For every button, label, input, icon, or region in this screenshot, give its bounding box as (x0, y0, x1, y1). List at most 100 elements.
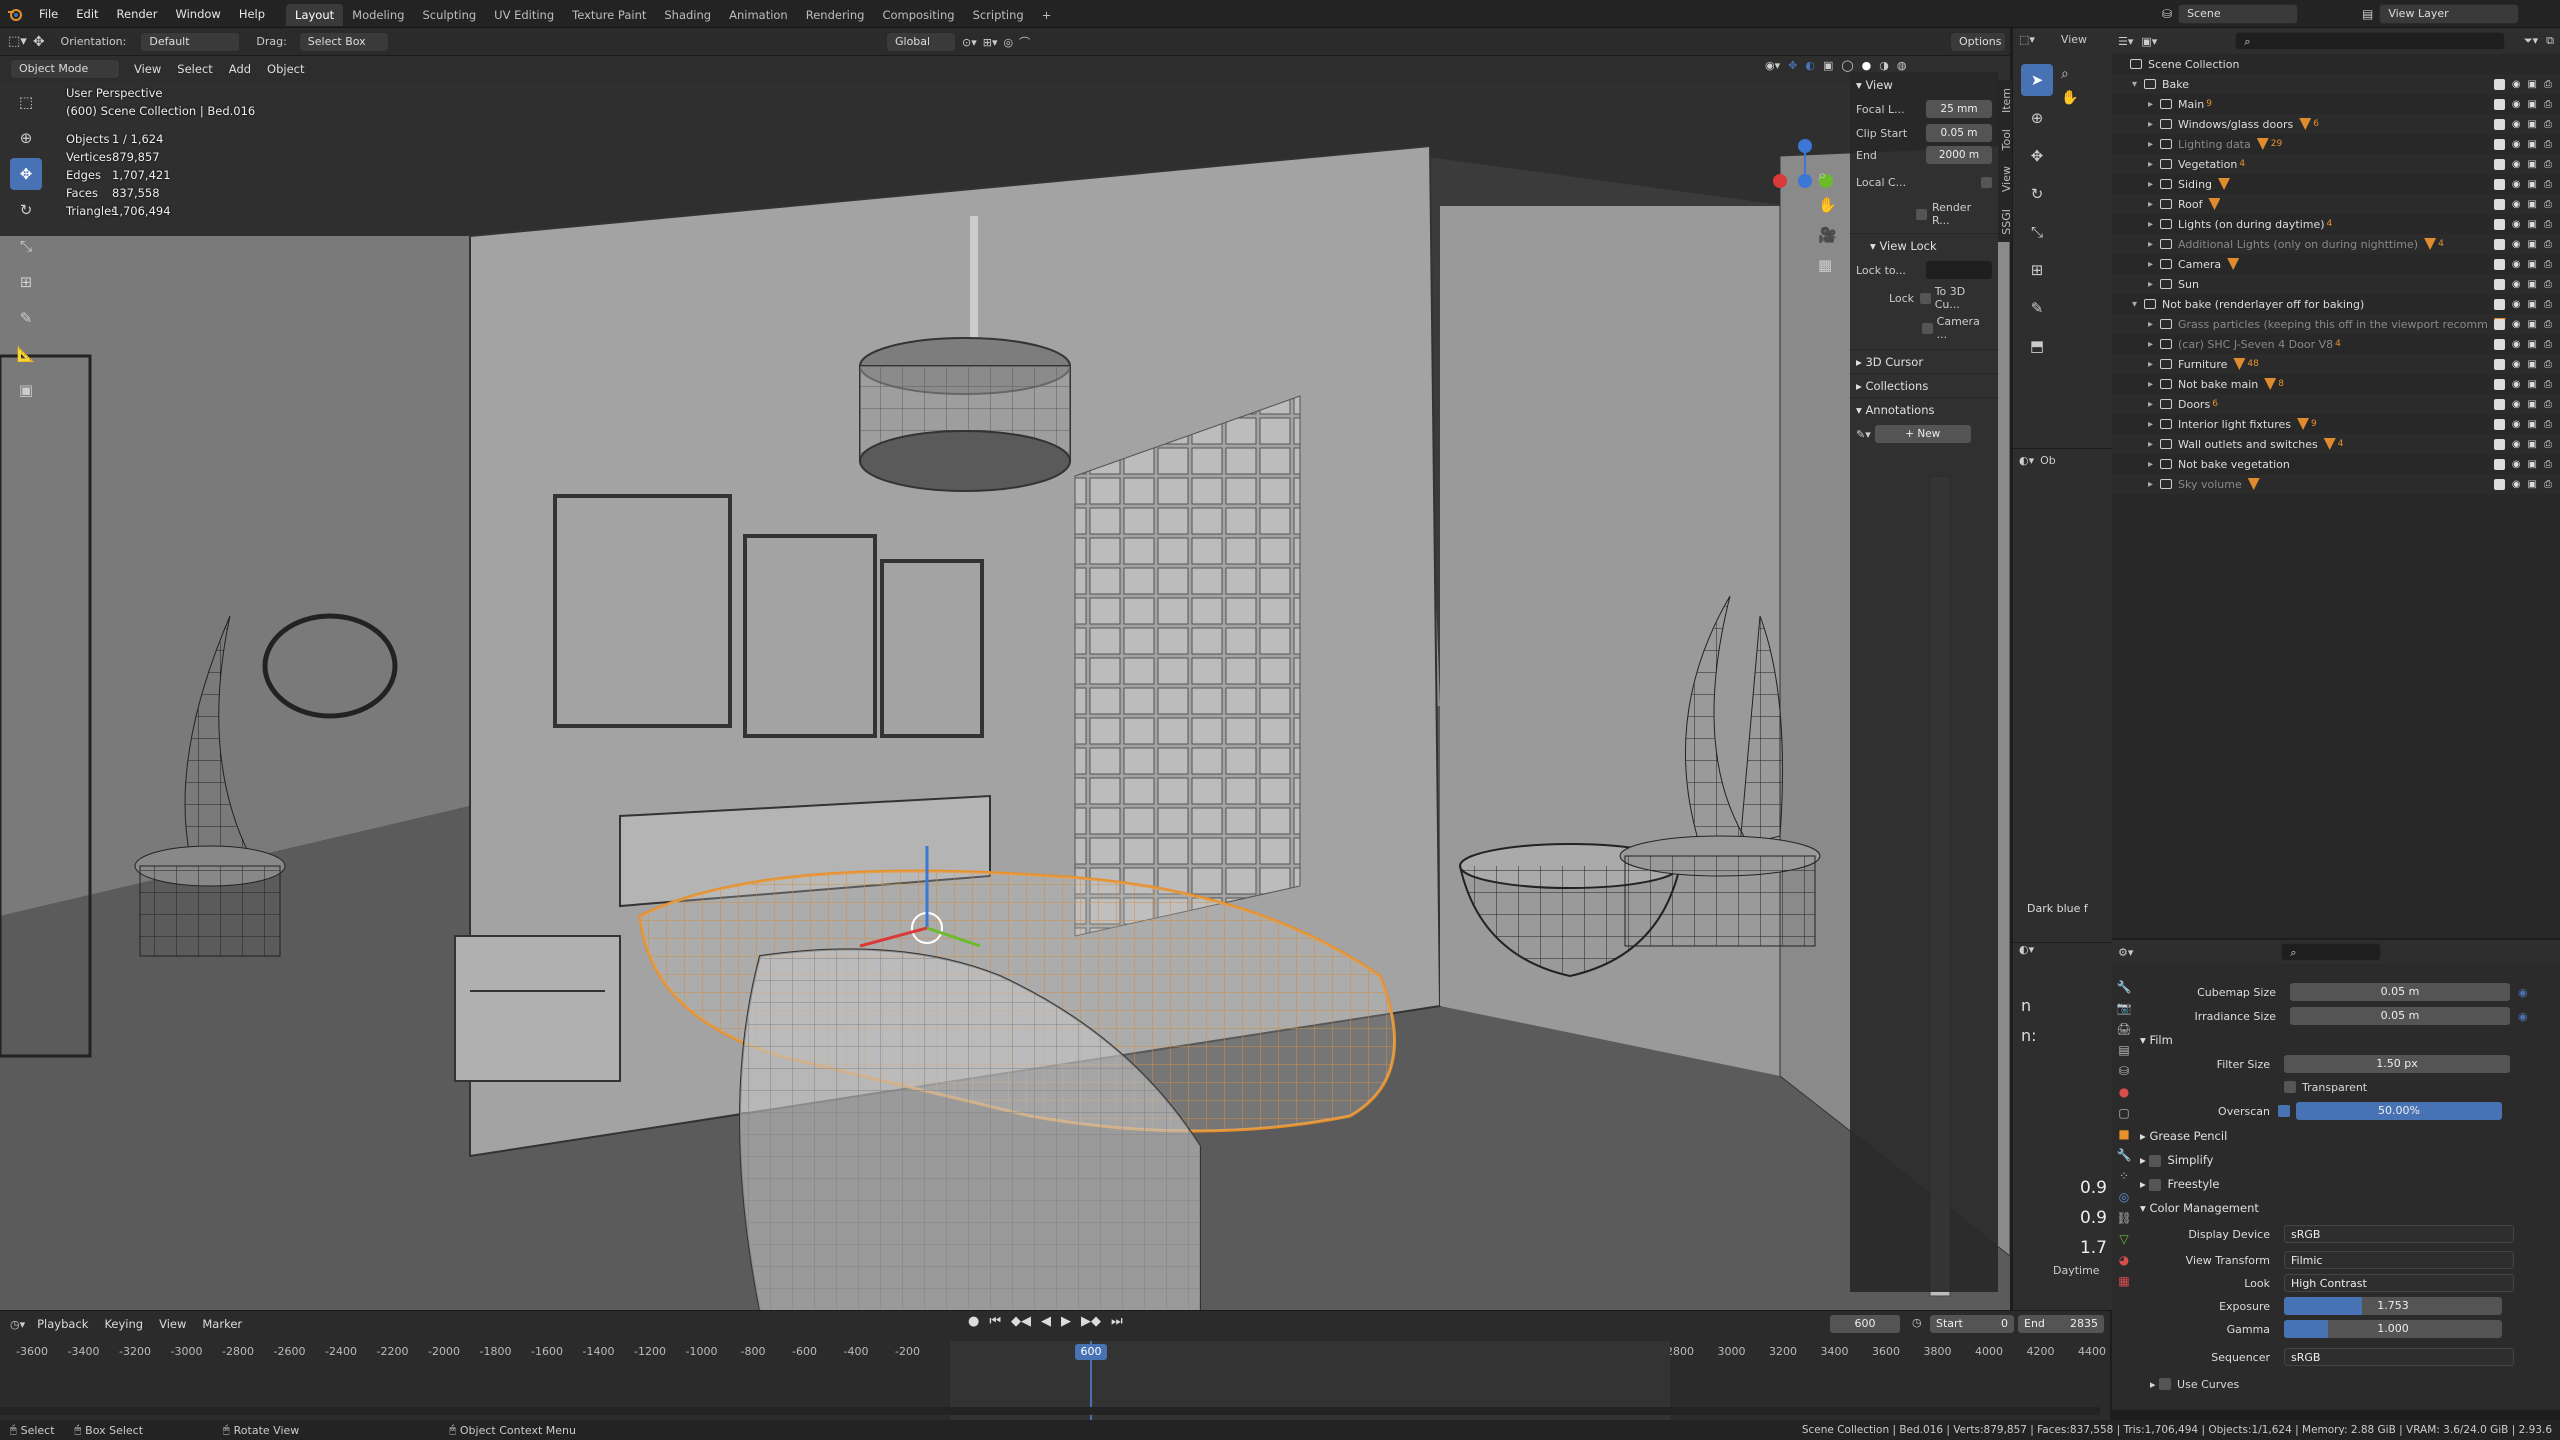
view-layer-field[interactable]: View Layer (2379, 4, 2520, 24)
render-region-checkbox[interactable] (1916, 208, 1927, 220)
expand-arrow-icon[interactable]: ▸ (2148, 259, 2160, 270)
expand-arrow-icon[interactable]: ▸ (2148, 179, 2160, 190)
render-tab-icon[interactable]: 📷 (2117, 1001, 2132, 1015)
cursor-tool-icon-2[interactable]: ⊕ (2021, 102, 2053, 134)
scene-tab-icon[interactable]: ⛁ (2119, 1064, 2129, 1078)
zoom-icon[interactable]: ⌕ (1818, 166, 1837, 184)
annotation-new-button[interactable]: + New (1874, 425, 1971, 443)
object-tab-icon[interactable]: ■ (2118, 1127, 2129, 1141)
camera-restrict-icon[interactable]: ▣ (2528, 299, 2537, 310)
local-camera-checkbox[interactable] (1981, 177, 1992, 188)
eye-icon[interactable]: ◉ (2512, 239, 2521, 250)
camera-restrict-icon[interactable]: ▣ (2528, 419, 2537, 430)
camera-restrict-icon[interactable]: ▣ (2528, 79, 2537, 90)
data-tab-icon[interactable]: ▽ (2119, 1232, 2128, 1246)
exclude-checkbox[interactable] (2493, 98, 2505, 110)
move-tool-icon-2[interactable]: ✥ (2021, 140, 2053, 172)
viewport-menu-select[interactable]: Select (169, 62, 220, 76)
outliner-row[interactable]: ▾ Not bake (renderlayer off for baking) ◉ ▣… (2112, 294, 2560, 314)
3d-viewport[interactable]: ⬚ ⊕ ✥ ↻ ⤡ ⊞ ✎ 📐 ▣ User Perspective (600)… (0, 56, 2010, 1311)
tab-scripting[interactable]: Scripting (964, 4, 1033, 26)
eye-icon[interactable]: ◉ (2512, 99, 2521, 110)
render-restrict-icon[interactable]: ⎙ (2544, 219, 2552, 230)
render-restrict-icon[interactable]: ⎙ (2544, 319, 2552, 330)
add-workspace-button[interactable]: + (1033, 4, 1061, 26)
expand-arrow-icon[interactable]: ▸ (2148, 359, 2160, 370)
simplify-checkbox[interactable] (2149, 1154, 2162, 1167)
exclude-checkbox[interactable] (2493, 458, 2505, 470)
transform-orientation-dropdown[interactable]: Global (886, 32, 956, 52)
sidebar-tab-item[interactable]: Item (1998, 80, 2013, 121)
scene-selector[interactable]: ⛁ Scene (2162, 4, 2299, 24)
expand-arrow-icon[interactable]: ▸ (2148, 319, 2160, 330)
camera-restrict-icon[interactable]: ▣ (2528, 319, 2537, 330)
overscan-field[interactable]: 50.00% (2296, 1102, 2502, 1120)
camera-restrict-icon[interactable]: ▣ (2528, 179, 2537, 190)
tab-shading[interactable]: Shading (655, 4, 720, 26)
output-tab-icon[interactable]: 🖨 (2116, 1022, 2131, 1036)
add-cube-tool-icon[interactable]: ▣ (10, 374, 42, 406)
eye-icon[interactable]: ◉ (2512, 419, 2521, 430)
expand-arrow-icon[interactable]: ▸ (2148, 219, 2160, 230)
exclude-checkbox[interactable] (2493, 238, 2505, 250)
select-tool-icon-2[interactable]: ➤ (2021, 64, 2053, 96)
exclude-checkbox[interactable] (2493, 278, 2505, 290)
eye-icon[interactable]: ◉ (2512, 279, 2521, 290)
render-restrict-icon[interactable]: ⎙ (2544, 379, 2552, 390)
exclude-checkbox[interactable] (2493, 118, 2505, 130)
falloff-icon[interactable]: ⌒ (1019, 34, 1030, 50)
world-tab-icon[interactable]: ● (2119, 1085, 2129, 1099)
tab-uv-editing[interactable]: UV Editing (485, 4, 563, 26)
gizmo-icon[interactable]: ✥ (1788, 59, 1797, 72)
exclude-checkbox[interactable] (2493, 78, 2505, 90)
menu-help[interactable]: Help (230, 0, 274, 28)
scale-tool-icon-2[interactable]: ⤡ (2021, 216, 2053, 248)
lock-camera-checkbox[interactable] (1922, 322, 1933, 334)
editor-type-icon[interactable]: ⬚▾ (8, 34, 27, 49)
expand-arrow-icon[interactable]: ▸ (2148, 199, 2160, 210)
modifier-tab-icon[interactable]: 🔧 (2117, 1148, 2132, 1162)
exclude-checkbox[interactable] (2493, 158, 2505, 170)
eye-icon[interactable]: ◉ (2512, 139, 2521, 150)
filter-icon[interactable]: ⏷▾ (2524, 34, 2538, 48)
exposure-slider[interactable]: 1.753 (2284, 1297, 2502, 1315)
outliner-row[interactable]: ▸ Doors 6 ◉ ▣ ⎙ (2112, 394, 2560, 414)
outliner-row[interactable]: ▸ Vegetation 4 ◉ ▣ ⎙ (2112, 154, 2560, 174)
outliner-row[interactable]: ▸ Lighting data 29 ◉ ▣ ⎙ (2112, 134, 2560, 154)
eye-icon[interactable]: ◉ (2512, 79, 2521, 90)
render-restrict-icon[interactable]: ⎙ (2544, 119, 2552, 130)
camera-restrict-icon[interactable]: ▣ (2528, 399, 2537, 410)
viewport-menu-view[interactable]: View (126, 62, 169, 76)
expand-arrow-icon[interactable]: ▸ (2148, 339, 2160, 350)
exclude-checkbox[interactable] (2493, 438, 2505, 450)
render-restrict-icon[interactable]: ⎙ (2544, 159, 2552, 170)
eye-icon[interactable]: ◉ (2512, 299, 2521, 310)
transparent-checkbox[interactable] (2284, 1081, 2296, 1093)
render-restrict-icon[interactable]: ⎙ (2544, 179, 2552, 190)
outliner-row[interactable]: ▸ Main 9 ◉ ▣ ⎙ (2112, 94, 2560, 114)
transform-tool-icon[interactable]: ⊞ (10, 266, 42, 298)
freestyle-checkbox[interactable] (2149, 1178, 2162, 1191)
outliner-row[interactable]: ▸ Not bake main 8 ◉ ▣ ⎙ (2112, 374, 2560, 394)
eye-icon[interactable]: ◉ (2512, 159, 2521, 170)
outliner-row[interactable]: ▸ Camera ◉ ▣ ⎙ (2112, 254, 2560, 274)
camera-restrict-icon[interactable]: ▣ (2528, 199, 2537, 210)
clip-end-field[interactable]: 2000 m (1926, 146, 1992, 164)
simplify-section[interactable]: ▸ Simplify (2140, 1148, 2560, 1172)
exclude-checkbox[interactable] (2493, 418, 2505, 430)
move-tool-icon[interactable]: ✥ (10, 158, 42, 190)
editor-type-icon-2[interactable]: ⬚▾ (2019, 33, 2035, 46)
cubemap-field[interactable]: 0.05 m (2290, 983, 2510, 1001)
viewport-menu-object[interactable]: Object (259, 62, 312, 76)
zoom-icon-2[interactable]: ⌕ (2061, 66, 2078, 82)
outliner-row[interactable]: ▸ Lights (on during daytime) 4 ◉ ▣ ⎙ (2112, 214, 2560, 234)
blender-logo-icon[interactable] (0, 6, 30, 22)
camera-restrict-icon[interactable]: ▣ (2528, 219, 2537, 230)
expand-arrow-icon[interactable]: ▾ (2132, 299, 2144, 310)
tab-compositing[interactable]: Compositing (873, 4, 963, 26)
annotate-tool-icon-2[interactable]: ✎ (2021, 292, 2053, 324)
visibility-icon[interactable]: ◉▾ (1765, 59, 1780, 72)
tab-sculpting[interactable]: Sculpting (413, 4, 485, 26)
camera-restrict-icon[interactable]: ▣ (2528, 239, 2537, 250)
eye-icon[interactable]: ◉ (2512, 199, 2521, 210)
